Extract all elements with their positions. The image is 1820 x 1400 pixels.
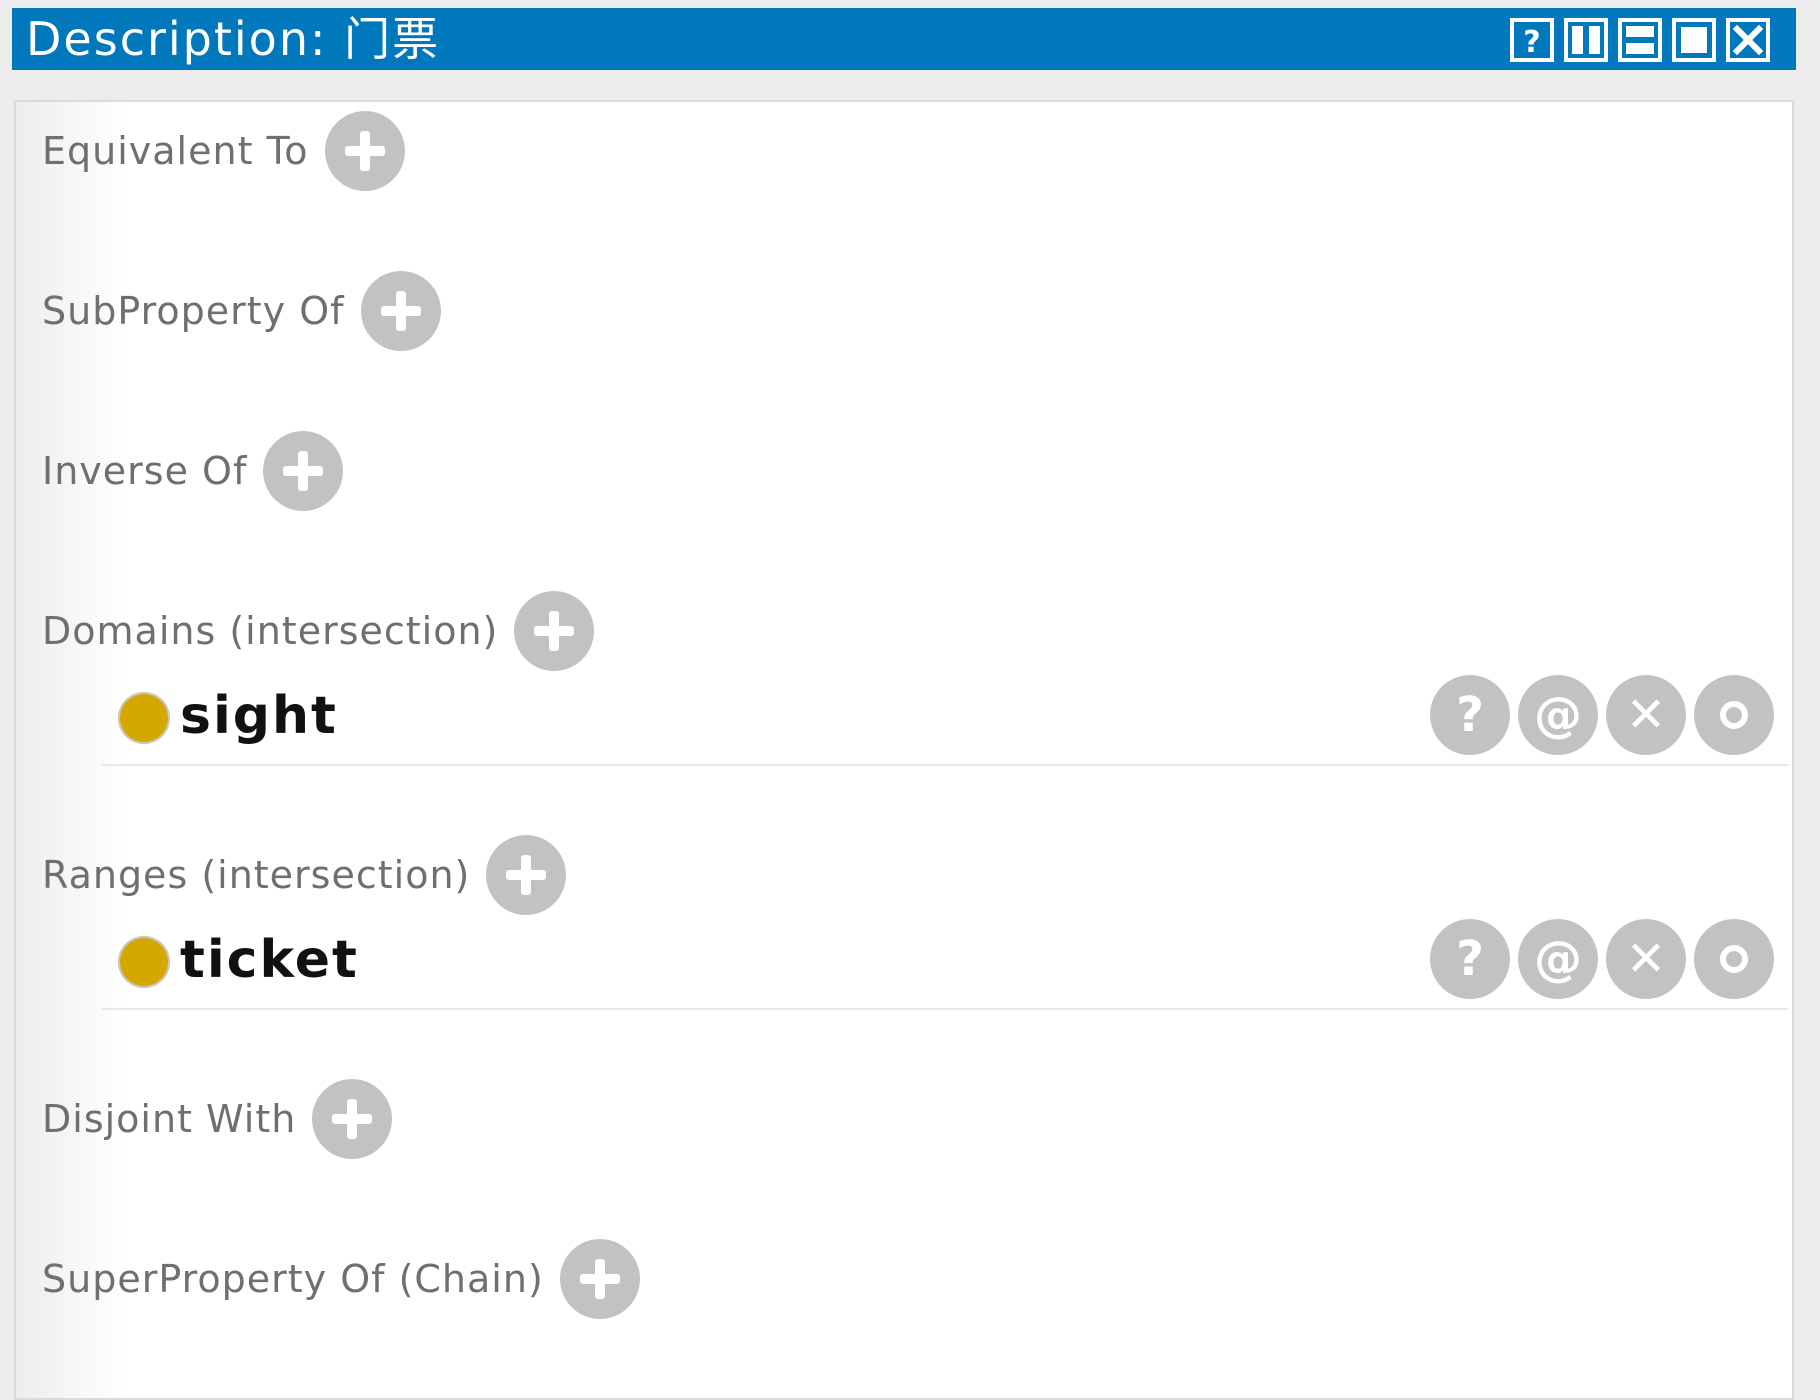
close-icon[interactable] — [1726, 18, 1770, 62]
description-title-bar: Description: 门票 ? — [12, 8, 1796, 70]
add-equivalent-button[interactable] — [324, 111, 405, 191]
section-subproperty-of: SubProperty Of — [42, 270, 441, 352]
class-dot-icon — [118, 692, 170, 744]
section-equivalent-to: Equivalent To — [42, 110, 405, 192]
annotate-button[interactable]: @ — [1518, 675, 1598, 755]
help-icon[interactable]: ? — [1510, 18, 1554, 62]
section-label: Domains (intersection) — [42, 609, 499, 653]
delete-button[interactable]: ✕ — [1606, 919, 1686, 999]
domain-entry-sight[interactable]: sight ? @ ✕ — [102, 675, 1788, 766]
section-label: Equivalent To — [42, 129, 309, 173]
edit-button[interactable] — [1694, 675, 1774, 755]
explain-button[interactable]: ? — [1430, 675, 1510, 755]
description-panel: Equivalent To SubProperty Of Inverse Of … — [14, 100, 1794, 1400]
section-disjoint-with: Disjoint With — [42, 1078, 393, 1160]
entry-name[interactable]: ticket — [180, 930, 359, 990]
entry-name[interactable]: sight — [180, 686, 338, 746]
section-label: Inverse Of — [42, 449, 248, 493]
class-dot-icon — [118, 936, 170, 988]
section-domains: Domains (intersection) — [42, 590, 595, 672]
section-inverse-of: Inverse Of — [42, 430, 344, 512]
edit-button[interactable] — [1694, 919, 1774, 999]
section-superproperty-chain: SuperProperty Of (Chain) — [42, 1238, 640, 1320]
add-inverse-button[interactable] — [263, 431, 344, 511]
entry-actions: ? @ ✕ — [1430, 675, 1774, 755]
add-domain-button[interactable] — [514, 591, 595, 671]
view-title: Description: 门票 — [26, 12, 441, 66]
maximize-icon[interactable] — [1672, 18, 1716, 62]
entry-actions: ? @ ✕ — [1430, 919, 1774, 999]
window-controls: ? — [1510, 18, 1770, 64]
range-entry-ticket[interactable]: ticket ? @ ✕ — [102, 919, 1788, 1010]
add-disjoint-button[interactable] — [312, 1079, 393, 1159]
explain-button[interactable]: ? — [1430, 919, 1510, 999]
svg-text:?: ? — [1523, 25, 1540, 60]
add-property-chain-button[interactable] — [559, 1239, 640, 1319]
section-label: SubProperty Of — [42, 289, 345, 333]
section-label: Disjoint With — [42, 1097, 297, 1141]
split-vertical-icon[interactable] — [1564, 18, 1608, 62]
section-label: SuperProperty Of (Chain) — [42, 1257, 544, 1301]
annotate-button[interactable]: @ — [1518, 919, 1598, 999]
add-subproperty-button[interactable] — [360, 271, 441, 351]
add-range-button[interactable] — [486, 835, 567, 915]
delete-button[interactable]: ✕ — [1606, 675, 1686, 755]
section-ranges: Ranges (intersection) — [42, 834, 567, 916]
section-label: Ranges (intersection) — [42, 853, 471, 897]
split-horizontal-icon[interactable] — [1618, 18, 1662, 62]
